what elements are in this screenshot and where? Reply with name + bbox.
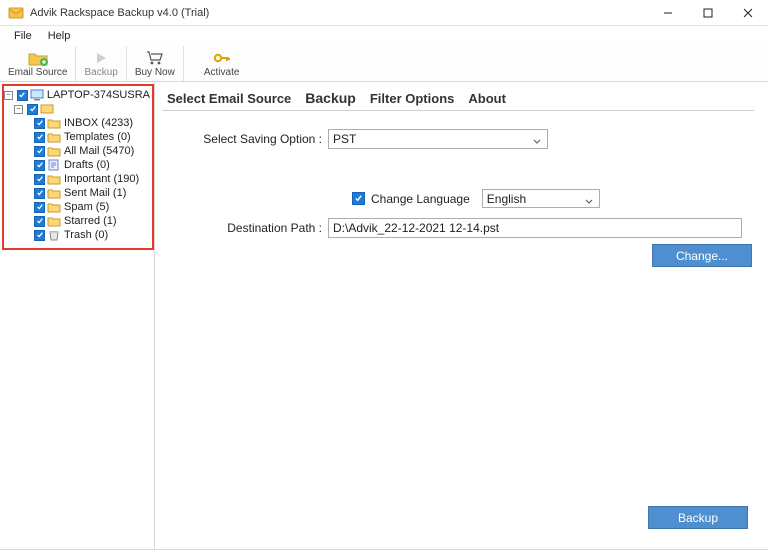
chevron-down-icon	[585, 195, 593, 203]
tree-item-label: Spam (5)	[64, 200, 109, 214]
change-language-label: Change Language	[371, 192, 470, 206]
titlebar: Advik Rackspace Backup v4.0 (Trial)	[0, 0, 768, 26]
tree-panel: − LAPTOP-374SUSRA − INBOX (4233)Template…	[0, 82, 155, 549]
backup-button[interactable]: Backup	[648, 506, 748, 529]
tabs: Select Email Source Backup Filter Option…	[162, 88, 754, 108]
tab-select-source[interactable]: Select Email Source	[162, 89, 296, 108]
toolbar-backup[interactable]: Backup	[76, 46, 126, 81]
saving-option-label: Select Saving Option :	[182, 132, 328, 146]
menu-file[interactable]: File	[6, 28, 40, 44]
computer-icon	[30, 89, 44, 101]
saving-option-select[interactable]: PST	[328, 129, 548, 149]
divider	[162, 110, 754, 111]
folder-icon	[47, 187, 61, 199]
main-panel: Select Email Source Backup Filter Option…	[155, 82, 768, 549]
minimize-button[interactable]	[648, 0, 688, 25]
tree-highlight-box: − LAPTOP-374SUSRA − INBOX (4233)Template…	[2, 84, 154, 250]
toolbar-activate[interactable]: Activate	[196, 46, 248, 81]
folder-icon	[47, 229, 61, 241]
toolbar-buy-now-label: Buy Now	[135, 67, 175, 78]
key-icon	[213, 49, 231, 67]
app-icon	[8, 5, 24, 21]
toolbar-buy-now[interactable]: Buy Now	[127, 46, 184, 81]
folder-icon	[47, 201, 61, 213]
status-bar	[0, 549, 768, 550]
checkbox-icon[interactable]	[34, 160, 45, 171]
account-icon	[40, 103, 54, 115]
tab-backup[interactable]: Backup	[300, 88, 361, 108]
tree-item-label: Starred (1)	[64, 214, 117, 228]
menubar: File Help	[0, 26, 768, 46]
change-button-label: Change...	[676, 249, 728, 263]
tree-item[interactable]: INBOX (4233)	[4, 116, 150, 130]
tree-item[interactable]: Starred (1)	[4, 214, 150, 228]
tree-item[interactable]: Important (190)	[4, 172, 150, 186]
change-button[interactable]: Change...	[652, 244, 752, 267]
collapse-icon[interactable]: −	[14, 105, 23, 114]
saving-option-value: PST	[333, 132, 356, 146]
chevron-down-icon	[533, 135, 541, 143]
tree-item-label: All Mail (5470)	[64, 144, 134, 158]
destination-input[interactable]: D:\Advik_22-12-2021 12-14.pst	[328, 218, 742, 238]
tab-about[interactable]: About	[463, 89, 511, 108]
cart-icon	[146, 49, 164, 67]
window-title: Advik Rackspace Backup v4.0 (Trial)	[30, 7, 648, 19]
toolbar-activate-label: Activate	[204, 67, 240, 78]
checkbox-icon[interactable]	[34, 188, 45, 199]
backup-button-label: Backup	[678, 511, 718, 525]
tree-item[interactable]: Drafts (0)	[4, 158, 150, 172]
folder-icon	[47, 173, 61, 185]
checkbox-icon[interactable]	[34, 132, 45, 143]
tree-root[interactable]: − LAPTOP-374SUSRA	[4, 88, 150, 102]
checkbox-icon[interactable]	[34, 118, 45, 129]
checkbox-icon[interactable]	[17, 90, 28, 101]
change-language-checkbox[interactable]	[352, 192, 365, 205]
checkbox-icon[interactable]	[34, 174, 45, 185]
tree-item-label: INBOX (4233)	[64, 116, 133, 130]
folder-icon	[47, 131, 61, 143]
play-icon	[94, 49, 108, 67]
checkbox-icon[interactable]	[34, 146, 45, 157]
toolbar-email-source-label: Email Source	[8, 67, 67, 78]
tree-item[interactable]: All Mail (5470)	[4, 144, 150, 158]
tree-item-label: Important (190)	[64, 172, 139, 186]
toolbar-backup-label: Backup	[84, 67, 117, 78]
tab-filter[interactable]: Filter Options	[365, 89, 460, 108]
tree-account[interactable]: −	[4, 102, 150, 116]
close-button[interactable]	[728, 0, 768, 25]
tree-item[interactable]: Sent Mail (1)	[4, 186, 150, 200]
menu-help[interactable]: Help	[40, 28, 79, 44]
collapse-icon[interactable]: −	[4, 91, 13, 100]
toolbar-email-source[interactable]: Email Source	[0, 46, 76, 81]
checkbox-icon[interactable]	[34, 216, 45, 227]
language-value: English	[487, 192, 526, 206]
tree-root-label: LAPTOP-374SUSRA	[47, 88, 150, 102]
checkbox-icon[interactable]	[34, 230, 45, 241]
checkbox-icon[interactable]	[27, 104, 38, 115]
folder-icon	[47, 159, 61, 171]
folder-icon	[47, 215, 61, 227]
tree-item-label: Sent Mail (1)	[64, 186, 126, 200]
language-select[interactable]: English	[482, 189, 600, 208]
destination-value: D:\Advik_22-12-2021 12-14.pst	[333, 221, 499, 235]
folder-plus-icon	[28, 49, 48, 67]
tree-item-label: Templates (0)	[64, 130, 131, 144]
checkbox-icon[interactable]	[34, 202, 45, 213]
tree-item[interactable]: Templates (0)	[4, 130, 150, 144]
tree-item[interactable]: Spam (5)	[4, 200, 150, 214]
toolbar: Email Source Backup Buy Now Activate	[0, 46, 768, 82]
tree-item[interactable]: Trash (0)	[4, 228, 150, 242]
folder-icon	[47, 145, 61, 157]
maximize-button[interactable]	[688, 0, 728, 25]
destination-label: Destination Path :	[182, 221, 328, 235]
tree-item-label: Drafts (0)	[64, 158, 110, 172]
folder-icon	[47, 117, 61, 129]
tree-item-label: Trash (0)	[64, 228, 108, 242]
